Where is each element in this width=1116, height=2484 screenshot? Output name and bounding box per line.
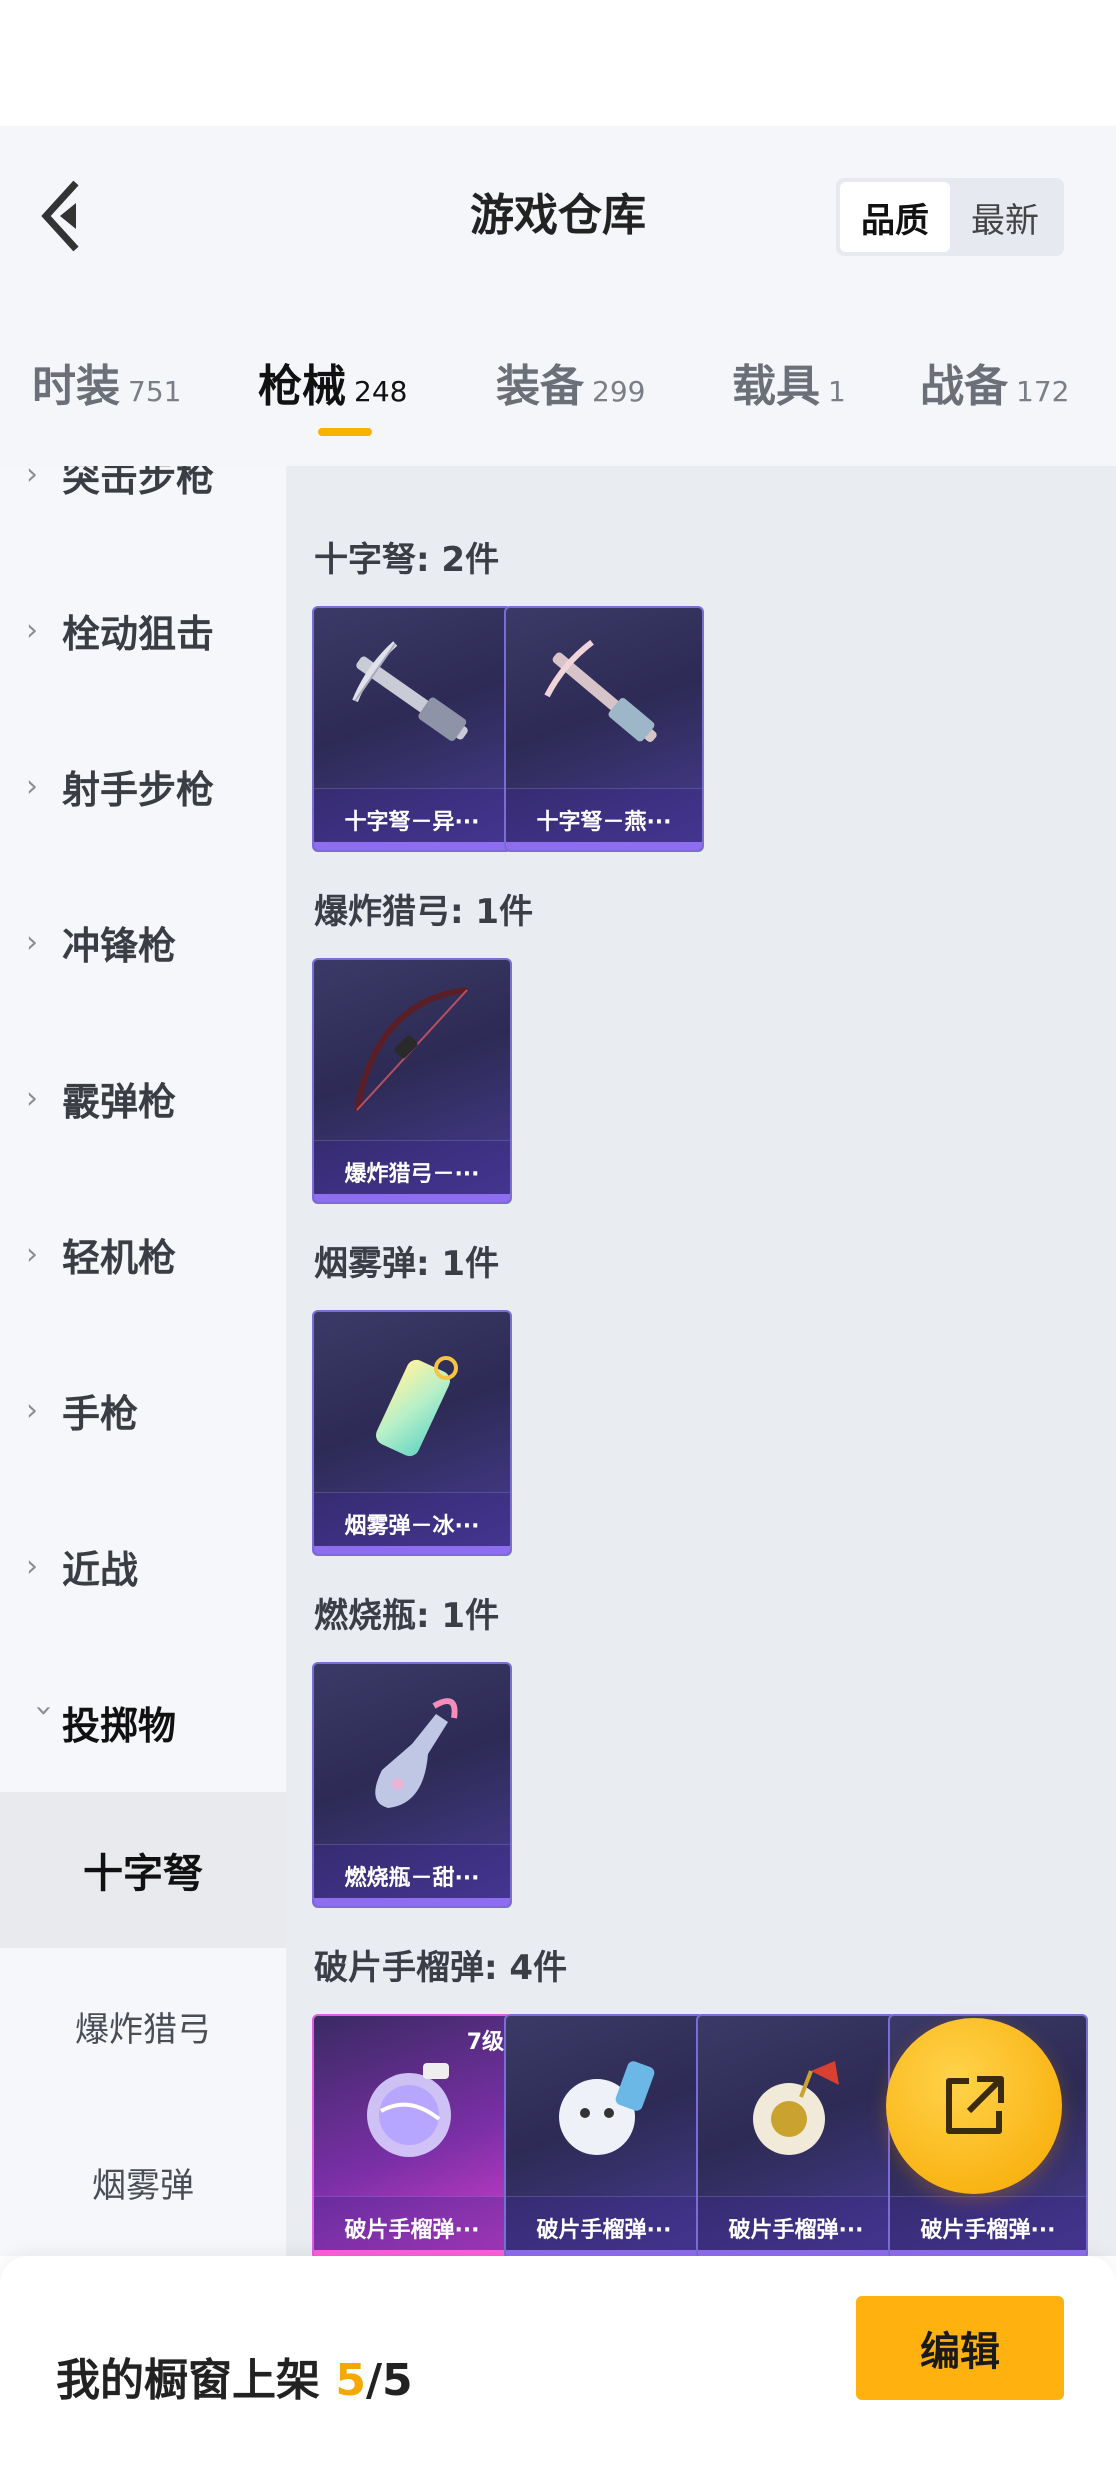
chevron-right-icon: › [26,466,38,492]
sidebar-item-label: 射手步枪 [62,767,215,812]
tab-label: 时装 [32,361,120,412]
item-grid: 十字弩: 2件 十字弩－异··· 十字弩－燕··· 爆炸猎弓: 1件 爆炸猎弓－… [286,466,1116,2256]
item-name: 燃烧瓶－甜··· [314,1844,510,1906]
sidebar-item-label: 栓动狙击 [62,611,215,656]
showcase-separator: / [365,2355,383,2406]
group-title: 烟雾弹: 1件 [314,1244,500,1284]
chevron-right-icon: › [26,1392,38,1428]
item-card[interactable]: 烟雾弹－冰··· [312,1310,512,1556]
sort-newest-button[interactable]: 最新 [950,182,1060,252]
tab-label: 枪械 [258,361,346,412]
rarity-bar [506,842,702,850]
tab-count: 248 [354,375,408,408]
chevron-right-icon: › [26,1236,38,1272]
sidebar-subitem-crossbow[interactable]: 十字弩 [0,1792,286,1948]
tab-firearms[interactable]: 枪械 248 [258,350,407,414]
item-name: 破片手榴弹··· [506,2196,702,2256]
sidebar-item-lmg[interactable]: › 轻机枪 [0,1176,286,1332]
rarity-bar [314,1898,510,1906]
sidebar-item-label: 突击步枪 [62,466,215,500]
item-card[interactable]: 破片手榴弹··· [504,2014,704,2256]
tab-count: 299 [592,375,646,408]
group-title: 燃烧瓶: 1件 [314,1596,500,1636]
showcase-total-count: 5 [382,2355,413,2406]
item-card[interactable]: 7级 破片手榴弹··· [312,2014,512,2256]
item-card[interactable]: 破片手榴弹··· [696,2014,896,2256]
tab-fashion[interactable]: 时装 751 [32,350,181,414]
sidebar-item-marksman-rifle[interactable]: › 射手步枪 [0,708,286,864]
bow-icon [314,960,510,1140]
app-root: 游戏仓库 品质 最新 时装 751 枪械 248 装备 299 载具 1 战备 … [0,0,1116,2484]
sidebar-item-melee[interactable]: › 近战 [0,1488,286,1644]
chevron-right-icon: › [26,1548,38,1584]
chevron-right-icon: › [26,612,38,648]
item-card[interactable]: 十字弩－异··· [312,606,512,852]
chevron-right-icon: › [26,1080,38,1116]
group-title: 爆炸猎弓: 1件 [314,892,534,932]
tab-count: 1 [828,375,846,408]
tab-tactical-gear[interactable]: 战备 172 [920,350,1069,414]
rarity-bar [314,842,510,850]
chevron-down-icon: › [26,1704,62,1716]
chevron-right-icon: › [26,768,38,804]
crossbow-icon [506,608,702,788]
bottom-bar: 我的橱窗上架 5/5 编辑 [0,2256,1116,2484]
sidebar-item-label: 冲锋枪 [62,923,177,968]
tab-equipment[interactable]: 装备 299 [496,350,645,414]
sidebar-item-label: 投掷物 [62,1703,177,1748]
item-card[interactable]: 十字弩－燕··· [504,606,704,852]
group-title: 十字弩: 2件 [314,540,500,580]
sidebar-item-throwables[interactable]: › 投掷物 [0,1644,286,1800]
sidebar-item-label: 手枪 [62,1391,139,1436]
item-name: 破片手榴弹··· [698,2196,894,2256]
item-name: 十字弩－燕··· [506,788,702,850]
sidebar-item-label: 轻机枪 [62,1235,177,1280]
sort-toggle: 品质 最新 [836,178,1064,256]
tab-label: 战备 [920,361,1008,412]
molotov-icon [314,1664,510,1844]
grenade-icon [698,2016,894,2196]
sidebar-item-label: 霰弹枪 [62,1079,177,1124]
item-card[interactable]: 燃烧瓶－甜··· [312,1662,512,1908]
share-fab-button[interactable] [886,2018,1062,2194]
sidebar-item-label: 近战 [62,1547,139,1592]
sidebar-subitem-smoke-grenade[interactable]: 烟雾弹 [0,2104,286,2256]
sort-quality-button[interactable]: 品质 [840,182,950,252]
item-name: 破片手榴弹··· [890,2196,1086,2256]
grenade-icon [506,2016,702,2196]
tab-vehicles[interactable]: 载具 1 [732,350,846,414]
tab-label: 载具 [732,361,820,412]
item-name: 烟雾弹－冰··· [314,1492,510,1554]
grenade-icon [314,2016,510,2196]
sidebar-item-smg[interactable]: › 冲锋枪 [0,864,286,1020]
category-tabs: 时装 751 枪械 248 装备 299 载具 1 战备 172 [0,340,1116,460]
rarity-bar [314,1546,510,1554]
tab-label: 装备 [496,361,584,412]
tab-count: 751 [128,375,182,408]
active-tab-indicator [318,428,372,436]
sidebar-item-pistol[interactable]: › 手枪 [0,1332,286,1488]
crossbow-icon [314,608,510,788]
showcase-shown-count: 5 [335,2355,366,2406]
rarity-bar [314,1194,510,1202]
showcase-status: 我的橱窗上架 5/5 [56,2344,413,2408]
item-name: 爆炸猎弓－··· [314,1140,510,1202]
tab-count: 172 [1016,375,1070,408]
item-name: 十字弩－异··· [314,788,510,850]
sidebar-item-assault-rifle[interactable]: › 突击步枪 [0,466,286,552]
showcase-label: 我的橱窗上架 [56,2355,336,2406]
sidebar-subitem-explosive-bow[interactable]: 爆炸猎弓 [0,1948,286,2104]
item-name: 破片手榴弹··· [314,2196,510,2256]
smoke-grenade-icon [314,1312,510,1492]
item-card[interactable]: 爆炸猎弓－··· [312,958,512,1204]
sidebar-item-bolt-sniper[interactable]: › 栓动狙击 [0,552,286,708]
group-title: 破片手榴弹: 4件 [314,1948,568,1988]
edit-button[interactable]: 编辑 [856,2296,1064,2400]
chevron-right-icon: › [26,924,38,960]
sidebar: › 突击步枪 › 栓动狙击 › 射手步枪 › 冲锋枪 › 霰弹枪 › 轻机枪 ›… [0,466,286,2256]
external-link-icon [946,2076,1004,2134]
sidebar-item-shotgun[interactable]: › 霰弹枪 [0,1020,286,1176]
